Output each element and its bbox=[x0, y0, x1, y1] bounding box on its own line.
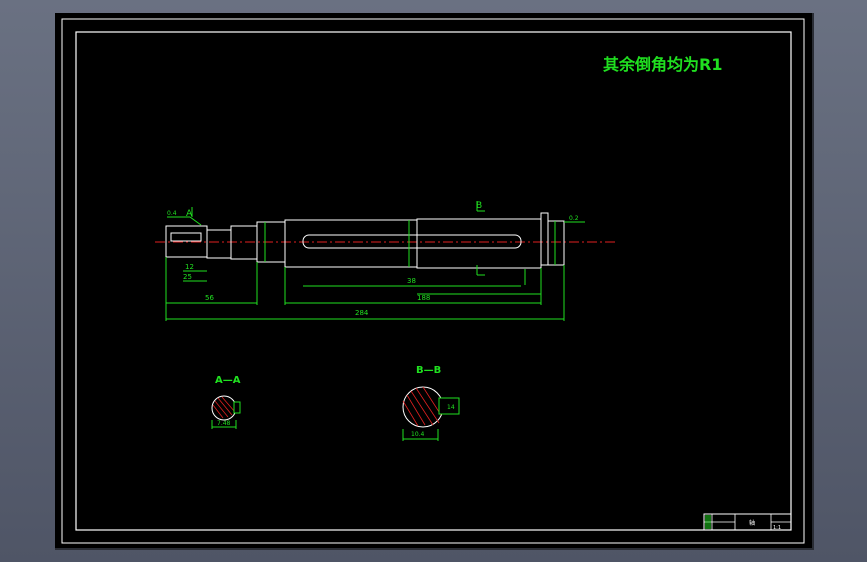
section-a-dim: 7.48 bbox=[217, 420, 231, 427]
dim-key-width: 38 bbox=[407, 277, 416, 285]
cad-viewport: 其余倒角均为R1 284 188 56 25 12 38 0.4 0.2 A B… bbox=[0, 0, 867, 562]
section-a-label: A—A bbox=[215, 375, 241, 386]
dim-overall-length: 284 bbox=[355, 309, 369, 317]
shaft-outline bbox=[165, 212, 565, 269]
dim-left-length: 56 bbox=[205, 294, 214, 302]
dim-left-upper: 12 bbox=[185, 263, 194, 271]
section-b-label: B—B bbox=[416, 365, 441, 376]
title-block-title: 轴 bbox=[749, 519, 755, 527]
drawing-sheet: 其余倒角均为R1 284 188 56 25 12 38 0.4 0.2 A B… bbox=[55, 13, 814, 550]
drawing-canvas: 其余倒角均为R1 284 188 56 25 12 38 0.4 0.2 A B… bbox=[61, 18, 805, 544]
view-mark-b: B bbox=[476, 201, 482, 211]
title-block-scale: 1:1 bbox=[773, 525, 781, 531]
section-b-dim: 10.4 bbox=[411, 431, 425, 438]
dim-left-callout: 0.4 bbox=[167, 210, 177, 217]
dim-long-body: 188 bbox=[417, 294, 430, 302]
dim-right-callout: 0.2 bbox=[569, 215, 579, 222]
view-mark-a: A bbox=[186, 209, 193, 219]
chamfer-note: 其余倒角均为R1 bbox=[603, 55, 722, 74]
section-b-depth: 14 bbox=[447, 404, 455, 411]
dim-left-width: 25 bbox=[183, 273, 192, 281]
outer-frame bbox=[61, 18, 805, 544]
